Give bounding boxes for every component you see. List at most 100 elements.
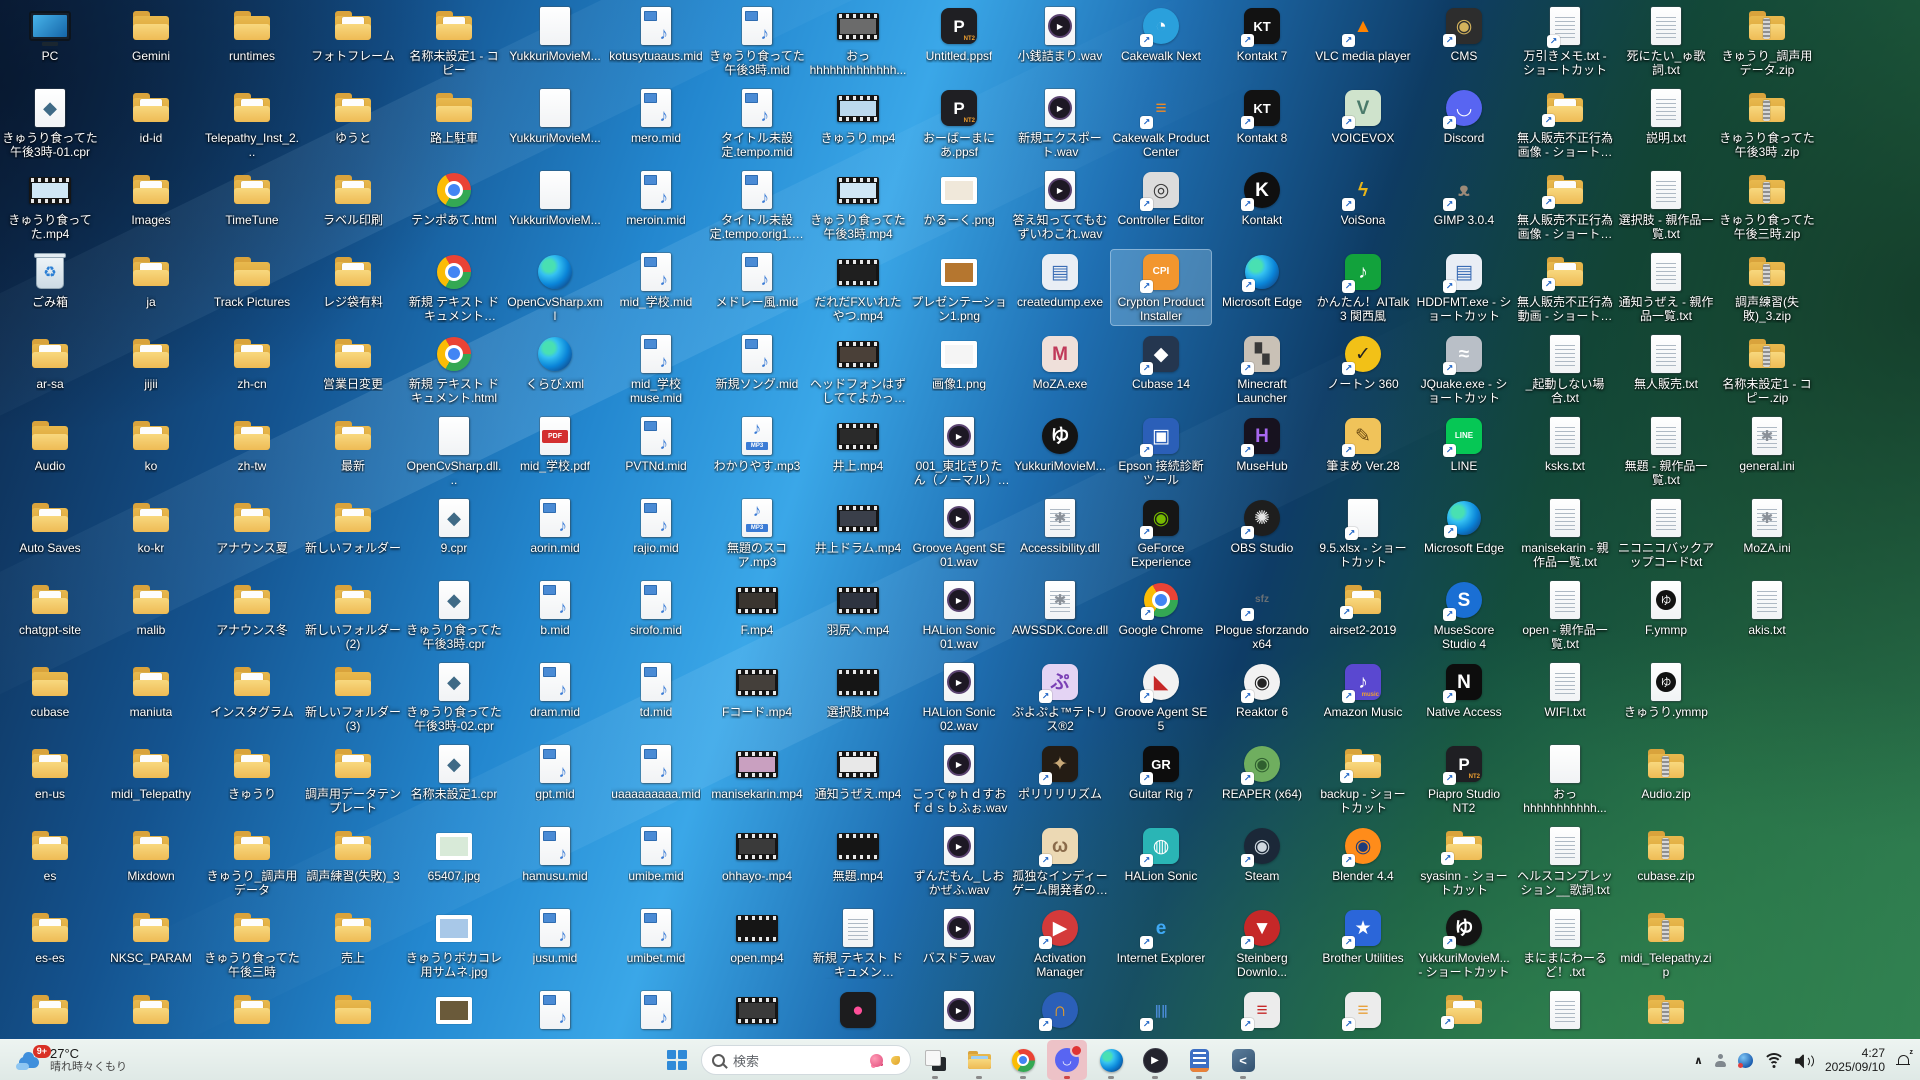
desktop-icon[interactable]: ♪ mid_学校muse.mid	[606, 332, 706, 407]
desktop-icon[interactable]: OpenCvSharp.dll...	[404, 414, 504, 489]
desktop-icon[interactable]: _起動しない場合.txt	[1515, 332, 1615, 407]
desktop-icon[interactable]: Fコード.mp4	[707, 660, 807, 721]
desktop-icon[interactable]: ↗ Microsoft Edge	[1212, 250, 1312, 311]
desktop-icon[interactable]: ◉ ↗ Steam	[1212, 824, 1312, 885]
desktop-icon[interactable]: WIFI.txt	[1515, 660, 1615, 721]
desktop-icon[interactable]: YukkuriMovieM...	[505, 4, 605, 65]
desktop-icon[interactable]: インスタグラム	[202, 660, 302, 721]
desktop-icon[interactable]: ♪ タイトル未設定.tempo.mid	[707, 86, 807, 161]
desktop-icon[interactable]: テンポあて.html	[404, 168, 504, 229]
desktop-icon[interactable]: ◡ ↗ Discord	[1414, 86, 1514, 147]
desktop-icon[interactable]: きゅうり食ってた.mp4	[0, 168, 100, 243]
taskbar-app-app-squares[interactable]	[915, 1040, 955, 1080]
desktop-icon[interactable]: KT ↗ Kontakt 8	[1212, 86, 1312, 147]
desktop-icon[interactable]: ≡ ↗	[1313, 988, 1413, 1035]
desktop-icon[interactable]: ✱ MoZA.ini	[1717, 496, 1817, 557]
desktop-icon[interactable]: ♪ PVTNd.mid	[606, 414, 706, 475]
desktop-icon[interactable]: かるーく.png	[909, 168, 1009, 229]
taskbar-clock[interactable]: 4:27 2025/09/10	[1825, 1046, 1885, 1074]
desktop-icon[interactable]: ✱ AWSSDK.Core.dll	[1010, 578, 1110, 639]
desktop-icon[interactable]: zh-cn	[202, 332, 302, 393]
start-button[interactable]	[657, 1040, 697, 1080]
desktop-icon[interactable]: GR ↗ Guitar Rig 7	[1111, 742, 1211, 803]
desktop-icon[interactable]: KT ↗ Kontakt 7	[1212, 4, 1312, 65]
desktop-icon[interactable]: 最新	[303, 414, 403, 475]
desktop-icon[interactable]: 新しいフォルダー (2)	[303, 578, 403, 653]
desktop-icon[interactable]: ♪	[505, 988, 605, 1035]
desktop-icon[interactable]: jijii	[101, 332, 201, 393]
desktop-icon[interactable]: Auto Saves	[0, 496, 100, 557]
desktop-icon[interactable]: chatgpt-site	[0, 578, 100, 639]
desktop-icon[interactable]: LINE ↗ LINE	[1414, 414, 1514, 475]
desktop-icon[interactable]: 路上駐車	[404, 86, 504, 147]
desktop-icon[interactable]: ★ ↗ Brother Utilities	[1313, 906, 1413, 967]
desktop-icon[interactable]: ♪ mero.mid	[606, 86, 706, 147]
desktop-icon[interactable]: ja	[101, 250, 201, 311]
desktop-icon[interactable]: Gemini	[101, 4, 201, 65]
desktop-icon[interactable]: midi_Telepathy	[101, 742, 201, 803]
desktop-icon[interactable]: きゅうり	[202, 742, 302, 803]
desktop-icon[interactable]: ♪ umibe.mid	[606, 824, 706, 885]
desktop-icon[interactable]: 説明.txt	[1616, 86, 1716, 147]
wifi-icon[interactable]	[1762, 1052, 1785, 1068]
desktop-icon[interactable]: レジ袋有料	[303, 250, 403, 311]
desktop-icon[interactable]: 調声練習(失敗)_3.zip	[1717, 250, 1817, 325]
desktop-icon[interactable]: PDF mid_学校.pdf	[505, 414, 605, 475]
desktop-icon[interactable]: きゅうり食ってた午後三時	[202, 906, 302, 981]
desktop-icon[interactable]: sfz ↗ Plogue sforzando x64	[1212, 578, 1312, 653]
desktop-icon[interactable]: id-id	[101, 86, 201, 147]
desktop-icon[interactable]: ◆ ↗ Cubase 14	[1111, 332, 1211, 393]
desktop-icon[interactable]: 無題.mp4	[808, 824, 908, 885]
desktop-icon[interactable]: 無題 - 親作品一覧.txt	[1616, 414, 1716, 489]
desktop-icon[interactable]: 新規 テキスト ドキュメント.musicxml	[808, 906, 908, 981]
desktop-icon[interactable]: ◉ ↗ Blender 4.4	[1313, 824, 1413, 885]
desktop-icon[interactable]: ✓ ↗ ノートン 360	[1313, 332, 1413, 393]
desktop-icon[interactable]: Mixdown	[101, 824, 201, 885]
taskbar-app-media-player[interactable]: ▶	[1135, 1040, 1175, 1080]
desktop-icon[interactable]: akis.txt	[1717, 578, 1817, 639]
user-tray-icon[interactable]	[1714, 1053, 1727, 1067]
desktop-icon[interactable]: ▶ ↗ Activation Manager	[1010, 906, 1110, 981]
taskbar-app-voice-editor[interactable]	[1179, 1040, 1219, 1080]
desktop-icon[interactable]: V ↗ VOICEVOX	[1313, 86, 1413, 147]
desktop-icon[interactable]: 通知うぜえ - 親作品一覧.txt	[1616, 250, 1716, 325]
desktop-icon[interactable]: en-us	[0, 742, 100, 803]
notification-bell-icon[interactable]: z	[1896, 1049, 1913, 1068]
desktop-icon[interactable]: ↗ 無人販売不正行為画像 - ショートカッ...	[1515, 86, 1615, 161]
desktop-icon[interactable]: きゅうり_調声用データ.zip	[1717, 4, 1817, 79]
desktop-icon[interactable]: ♪ ↗ かんたん！AITalk 3 関西風	[1313, 250, 1413, 325]
desktop-icon[interactable]: ↗ 万引きメモ.txt - ショートカット	[1515, 4, 1615, 79]
desktop-icon[interactable]: ◆ きゅうり食ってた午後3時-01.cpr	[0, 86, 100, 161]
taskbar-app-google-chrome[interactable]	[1003, 1040, 1043, 1080]
desktop-icon[interactable]: ♪ sirofo.mid	[606, 578, 706, 639]
desktop-icon[interactable]: きゅうり食ってた午後3時 .zip	[1717, 86, 1817, 161]
desktop-icon[interactable]: 新しいフォルダー	[303, 496, 403, 557]
desktop-icon[interactable]: 画像1.png	[909, 332, 1009, 393]
desktop-icon[interactable]: ▶ ずんだもん_しおかぜふ.wav	[909, 824, 1009, 899]
desktop-icon[interactable]: ≈ ↗ JQuake.exe - ショートカット	[1414, 332, 1514, 407]
desktop-icon[interactable]: Audio	[0, 414, 100, 475]
desktop-icon[interactable]: ≡ ↗ Cakewalk Product Center	[1111, 86, 1211, 161]
desktop-icon[interactable]: ◆ 名称未設定1.cpr	[404, 742, 504, 803]
desktop-icon[interactable]: ♪ タイトル未設定.tempo.orig1.mid	[707, 168, 807, 243]
desktop-icon[interactable]: maniuta	[101, 660, 201, 721]
desktop-icon[interactable]: NKSC_PARAM	[101, 906, 201, 967]
desktop-icon[interactable]: ∥∥ ↗	[1111, 988, 1211, 1035]
desktop-icon[interactable]	[303, 988, 403, 1035]
desktop-icon[interactable]: M MoZA.exe	[1010, 332, 1110, 393]
desktop-icon[interactable]	[404, 988, 504, 1035]
desktop-icon[interactable]: ♪ gpt.mid	[505, 742, 605, 803]
desktop-icon[interactable]	[0, 988, 100, 1035]
desktop-icon[interactable]: ゆ YukkuriMovieM...	[1010, 414, 1110, 475]
desktop-icon[interactable]: ◎ ↗ Controller Editor	[1111, 168, 1211, 229]
desktop-icon[interactable]: ▶ 答え知っててもむずいわこれ.wav	[1010, 168, 1110, 243]
desktop-icon[interactable]: manisekarin - 親作品一覧.txt	[1515, 496, 1615, 571]
desktop-icon[interactable]: ▶	[909, 988, 1009, 1035]
search-input[interactable]: 検索	[701, 1045, 911, 1075]
desktop-icon[interactable]: ▚ ↗ Minecraft Launcher	[1212, 332, 1312, 407]
desktop-icon[interactable]: es-es	[0, 906, 100, 967]
desktop-icon[interactable]: ラベル印刷	[303, 168, 403, 229]
desktop-icon[interactable]: ♪ MP3 無題のスコア.mp3	[707, 496, 807, 571]
desktop-icon[interactable]: ✦ ↗ ポリリリリズム	[1010, 742, 1110, 803]
desktop-icon[interactable]: ↗ Microsoft Edge	[1414, 496, 1514, 557]
